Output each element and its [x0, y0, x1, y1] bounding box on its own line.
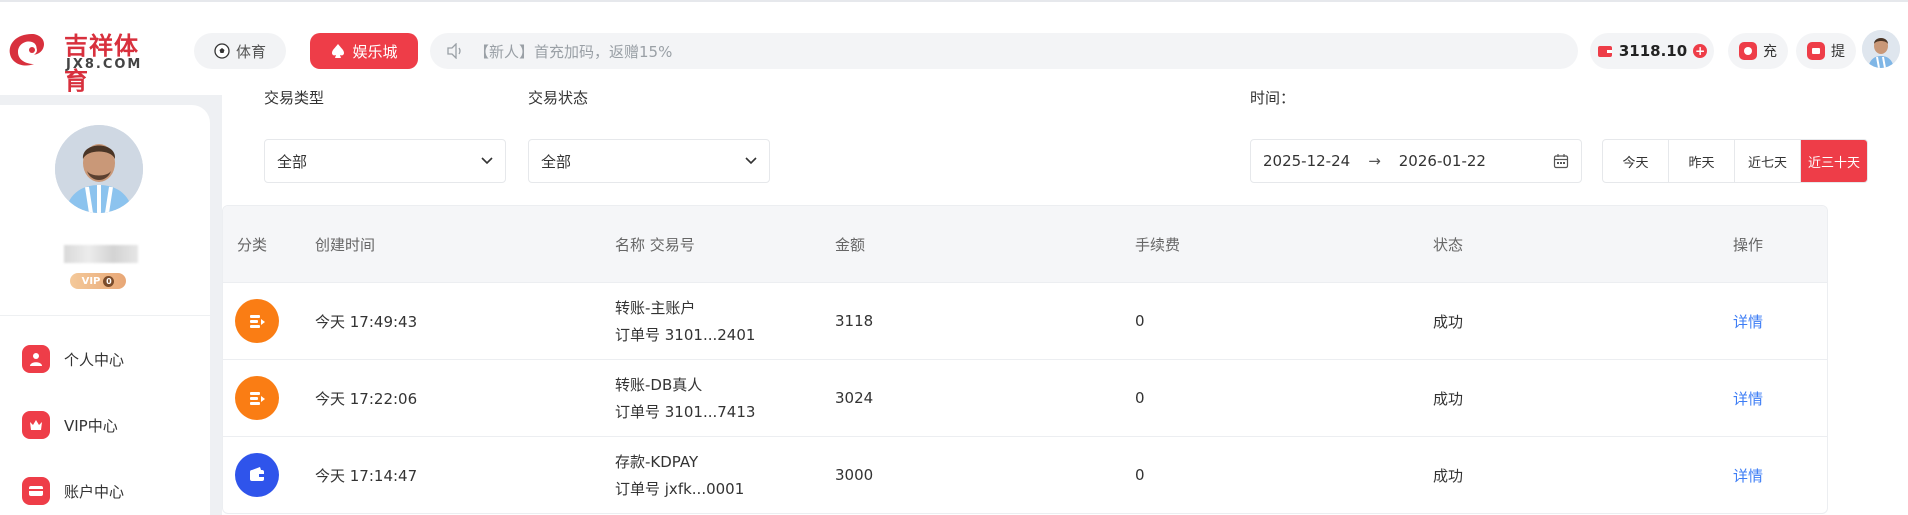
transactions-table: 分类 创建时间 名称 交易号 金额 手续费 状态 操作 今天 17:49:43 … [222, 205, 1828, 514]
announcement-bar[interactable]: 【新人】首充加码，返赠15% [430, 33, 1578, 69]
soccer-ball-icon [214, 43, 230, 59]
profile-avatar[interactable] [55, 125, 143, 213]
col-action: 操作 [1733, 235, 1764, 254]
quick-range-yesterday[interactable]: 昨天 [1669, 140, 1735, 182]
sidebar-item-vip[interactable]: VIP中心 [22, 411, 118, 439]
col-amount: 金额 [835, 235, 866, 254]
main-content: 交易类型 交易状态 时间： 全部 全部 2025-12-24 → 2026-01… [222, 89, 1908, 515]
type-select[interactable]: 全部 [264, 139, 506, 183]
fee: 0 [1135, 389, 1145, 407]
sidebar-item-account[interactable]: 账户中心 [22, 477, 124, 505]
sidebar-item-label: VIP中心 [64, 416, 118, 435]
sidebar-item-personal[interactable]: 个人中心 [22, 345, 124, 373]
table-row[interactable]: 今天 17:14:47 存款-KDPAY 订单号 jxfk...0001 300… [223, 436, 1827, 513]
sidebar-divider [0, 315, 210, 316]
nav-entertainment-button[interactable]: 娱乐城 [310, 33, 418, 69]
logo-swirl-icon [9, 34, 45, 66]
fee: 0 [1135, 312, 1145, 330]
logo[interactable]: 吉祥体育 JX8.COM [0, 24, 160, 95]
date-end[interactable]: 2026-01-22 [1399, 152, 1486, 170]
created-time: 今天 17:49:43 [315, 312, 418, 331]
status: 成功 [1433, 466, 1464, 485]
date-range-picker[interactable]: 2025-12-24 → 2026-01-22 [1250, 139, 1582, 183]
filter-status-label: 交易状态 [528, 89, 589, 107]
logo-domain: JX8.COM [66, 57, 143, 72]
transfer-icon [235, 376, 279, 420]
col-status: 状态 [1433, 235, 1464, 254]
sidebar-item-label: 个人中心 [64, 350, 125, 369]
col-category: 分类 [237, 235, 268, 254]
status: 成功 [1433, 389, 1464, 408]
card-icon [22, 477, 50, 505]
sidebar: VIP 0 个人中心 VIP中心 账户中心 [0, 105, 210, 515]
withdraw-button[interactable]: 提 [1796, 33, 1856, 69]
announcement-text: 【新人】首充加码，返赠15% [474, 42, 673, 61]
table-header: 分类 创建时间 名称 交易号 金额 手续费 状态 操作 [223, 206, 1827, 282]
quick-range-7days[interactable]: 近七天 [1735, 140, 1801, 182]
deposit-icon [1739, 42, 1757, 60]
table-row[interactable]: 今天 17:49:43 转账-主账户 订单号 3101...2401 3118 … [223, 282, 1827, 359]
crown-icon [22, 411, 50, 439]
balance-amount: 3118.10 [1618, 42, 1688, 60]
transaction-name: 转账-主账户 [615, 299, 696, 317]
user-icon [22, 345, 50, 373]
spade-icon [332, 44, 345, 58]
col-fee: 手续费 [1135, 235, 1181, 254]
amount: 3024 [835, 389, 874, 407]
chevron-down-icon [745, 157, 757, 165]
speaker-icon [447, 43, 461, 59]
filter-time-label: 时间： [1250, 89, 1296, 107]
vip-badge-text: VIP [81, 275, 101, 287]
order-number: 订单号 jxfk...0001 [615, 480, 745, 498]
quick-range-group: 今天 昨天 近七天 近三十天 [1602, 139, 1868, 183]
order-number: 订单号 3101...2401 [615, 326, 756, 344]
filter-type-label: 交易类型 [264, 89, 325, 107]
balance-display[interactable]: 3118.10 + [1590, 33, 1714, 69]
order-number: 订单号 3101...7413 [615, 403, 756, 421]
details-link[interactable]: 详情 [1733, 360, 1763, 436]
status-select[interactable]: 全部 [528, 139, 770, 183]
withdraw-icon [1807, 42, 1825, 60]
arrow-right-icon: → [1368, 152, 1381, 170]
fee: 0 [1135, 466, 1145, 484]
amount: 3000 [835, 466, 874, 484]
add-balance-icon[interactable]: + [1693, 44, 1708, 58]
deposit-label: 充 [1763, 44, 1777, 60]
nav-sport-label: 体育 [235, 42, 266, 61]
user-avatar[interactable] [1862, 30, 1900, 68]
calendar-icon [1553, 154, 1569, 169]
sidebar-item-label: 账户中心 [64, 482, 125, 501]
vip-level: 0 [103, 275, 115, 287]
created-time: 今天 17:22:06 [315, 389, 418, 408]
wallet-icon [1597, 46, 1612, 57]
username-blurred [64, 245, 138, 263]
vip-badge: VIP 0 [70, 273, 126, 289]
withdraw-label: 提 [1831, 44, 1845, 60]
deposit-button[interactable]: 充 [1728, 33, 1788, 69]
chevron-down-icon [481, 157, 493, 165]
wallet-icon [235, 453, 279, 497]
nav-sport-button[interactable]: 体育 [194, 33, 286, 69]
nav-entertainment-label: 娱乐城 [352, 42, 398, 61]
quick-range-30days[interactable]: 近三十天 [1801, 140, 1867, 182]
table-row[interactable]: 今天 17:22:06 转账-DB真人 订单号 3101...7413 3024… [223, 359, 1827, 436]
transfer-icon [235, 299, 279, 343]
top-header: 吉祥体育 JX8.COM 体育 娱乐城 【新人】首充加码，返赠15% 3118.… [0, 0, 1908, 95]
type-select-value: 全部 [277, 152, 308, 171]
details-link[interactable]: 详情 [1733, 283, 1763, 359]
created-time: 今天 17:14:47 [315, 466, 418, 485]
status: 成功 [1433, 312, 1464, 331]
transaction-name: 转账-DB真人 [615, 376, 703, 394]
details-link[interactable]: 详情 [1733, 437, 1763, 513]
col-name-order: 名称 交易号 [615, 235, 695, 254]
status-select-value: 全部 [541, 152, 572, 171]
amount: 3118 [835, 312, 874, 330]
col-created-time: 创建时间 [315, 235, 376, 254]
transaction-name: 存款-KDPAY [615, 453, 699, 471]
quick-range-today[interactable]: 今天 [1603, 140, 1669, 182]
date-start[interactable]: 2025-12-24 [1263, 152, 1350, 170]
